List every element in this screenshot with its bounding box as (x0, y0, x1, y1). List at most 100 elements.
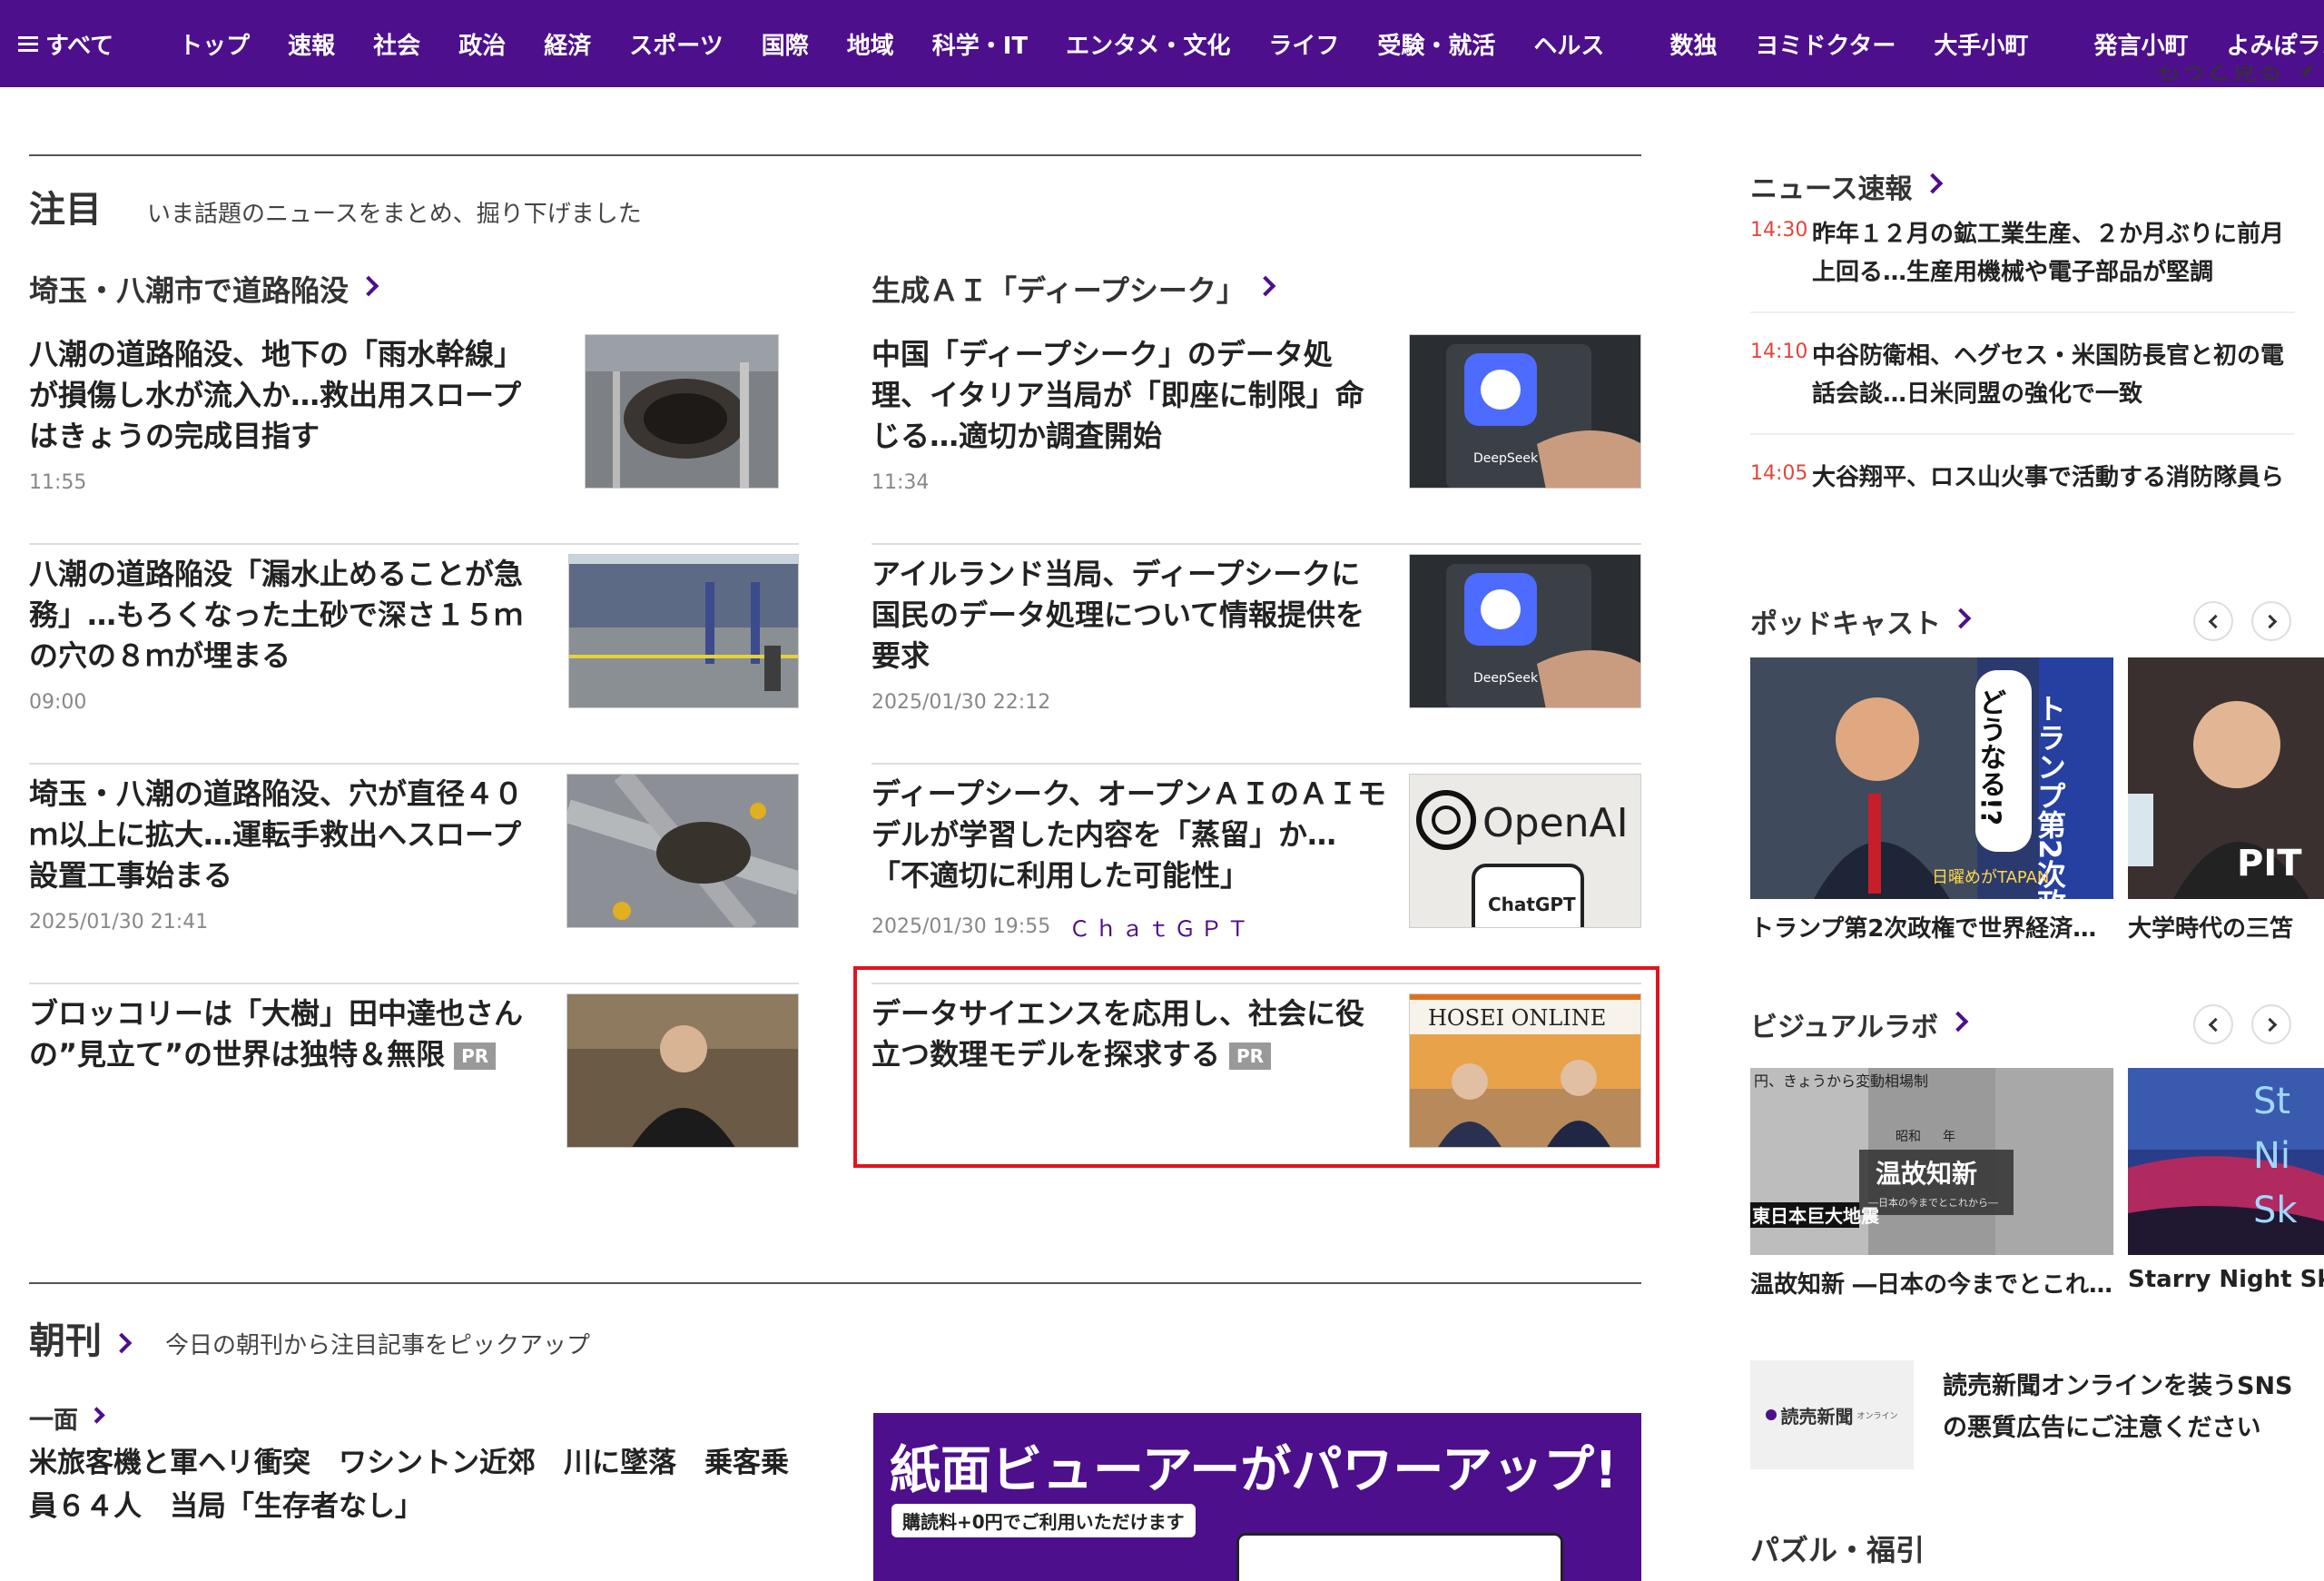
nav-item-yomidr[interactable]: ヨミドクター (1755, 27, 1896, 61)
article-text: 八潮の道路陥没、地下の「雨水幹線」が損傷し水が流入か…救出用スロープはきょうの完… (29, 334, 547, 494)
visual-art-text: Ni (2253, 1135, 2290, 1177)
section-divider (29, 1282, 1641, 1284)
pr-article-card[interactable]: ブロッコリーは「大樹」田中達也さんの”見立て”の世界は独特＆無限 PR (29, 984, 799, 1204)
nav-item-society[interactable]: 社会 (373, 27, 420, 61)
article-card[interactable]: 八潮の道路陥没「漏水止めることが急務」…もろくなった土砂で深さ１５ｍの穴の８ｍが… (29, 545, 799, 765)
nav-item-exam[interactable]: 受験・就活 (1377, 27, 1495, 61)
time-text: 11:55 (29, 471, 87, 494)
article-thumbnail[interactable]: HOSEI ONLINE (1409, 993, 1641, 1148)
article-thumbnail[interactable]: DeepSeek (1409, 554, 1641, 708)
viewer-banner[interactable]: 紙面ビューアーがパワーアップ! 購読料+0円でご利用いただけます (873, 1413, 1641, 1581)
nav-item-economy[interactable]: 経済 (544, 27, 591, 61)
nav-item-science[interactable]: 科学・IT (932, 27, 1028, 61)
article-headline[interactable]: データサイエンスを応用し、社会に役立つ数理モデルを探求する PR (872, 993, 1389, 1075)
topic-tag-link[interactable]: ＣｈａｔＧＰＴ (1068, 911, 1253, 943)
news-item[interactable]: 14:30 昨年１２月の鉱工業生産、２か月ぶりに前月上回る…生産用機械や電子部品… (1750, 208, 2295, 313)
section-title-link[interactable]: 朝刊 (29, 1311, 133, 1364)
visual-lab-carousel: 円、きょうから変動相場制 温故知新 ―日本の今までとこれから― 昭和 年 東日本… (1750, 1068, 2324, 1313)
article-text: 中国「ディープシーク」のデータ処理、イタリア当局が「即座に制限」命じる…適切か調… (872, 334, 1389, 494)
article-card[interactable]: 八潮の道路陥没、地下の「雨水幹線」が損傷し水が流入か…救出用スロープはきょうの完… (29, 325, 799, 545)
hosei-online-photo: HOSEI ONLINE (1410, 994, 1640, 1147)
nav-item-komachi[interactable]: 大手小町 (1934, 27, 2028, 61)
visual-caption: Starry Night Sk (2128, 1266, 2324, 1293)
news-title: 中谷防衛相、ヘグセス・米国防長官と初の電話会談…日米同盟の強化で一致 (1812, 342, 2285, 408)
article-card[interactable]: アイルランド当局、ディープシークに国民のデータ処理について情報提供を要求 202… (872, 545, 1641, 765)
logo-dot-icon (1766, 1409, 1777, 1420)
podcast-art-text: どうなる!? (1974, 688, 2006, 825)
breaking-news-link[interactable]: ニュース速報 (1750, 164, 2295, 208)
visual-lab-link[interactable]: ビジュアルラボ (1750, 1003, 2324, 1046)
deepseek-phone-photo: DeepSeek (1410, 335, 1640, 488)
podcast-card[interactable]: トランプ第2次政権 どうなる!? 日曜めがTAPAN トランプ第2次政権で世界経… (1750, 657, 2113, 939)
article-thumbnail[interactable] (566, 993, 799, 1148)
nav-item-politics[interactable]: 政治 (458, 27, 506, 61)
podcast-title: ポッドキャスト (1750, 608, 1941, 640)
headline-text: ブロッコリーは「大樹」田中達也さんの”見立て”の世界は独特＆無限 (29, 996, 524, 1072)
article-card[interactable]: ディープシーク、オープンＡＩのＡＩモデルが学習した内容を「蒸留」か…「不適切に利… (872, 765, 1641, 984)
carousel-prev-button[interactable] (2193, 601, 2233, 641)
article-headline[interactable]: 中国「ディープシーク」のデータ処理、イタリア当局が「即座に制限」命じる…適切か調… (872, 334, 1389, 457)
top-navigation: すべて トップ 速報 社会 政治 経済 スポーツ 国際 地域 科学・IT エンタ… (0, 0, 2324, 87)
article-thumbnail[interactable] (568, 554, 799, 708)
nav-item-local[interactable]: 地域 (847, 27, 894, 61)
news-item[interactable]: 14:05 大谷翔平、ロス山火事で活動する消防隊員ら (1750, 435, 2295, 497)
front-page-headline[interactable]: 米旅客機と軍ヘリ衝突 ワシントン近郊 川に墜落 乗客乗員６４人 当局「生存者なし… (29, 1441, 810, 1528)
more-link-label: もっと見る (2154, 65, 2282, 85)
chevron-right-icon (1950, 608, 1972, 629)
carousel-prev-button[interactable] (2193, 1004, 2233, 1044)
thumb-text: ChatGPT (1488, 894, 1576, 915)
carousel-next-button[interactable] (2251, 1004, 2291, 1044)
news-item[interactable]: 14:10 中谷防衛相、ヘグセス・米国防長官と初の電話会談…日米同盟の強化で一致 (1750, 313, 2295, 435)
thumb-text: DeepSeek (1473, 671, 1539, 686)
podcast-card[interactable]: PIT 大学時代の三笘 (2128, 657, 2324, 939)
article-headline[interactable]: 八潮の道路陥没「漏水止めることが急務」…もろくなった土砂で深さ１５ｍの穴の８ｍが… (29, 554, 547, 677)
topic-link-road-collapse[interactable]: 埼玉・八潮市で道路陥没 (29, 269, 799, 309)
time-text: 09:00 (29, 691, 87, 714)
article-card[interactable]: 中国「ディープシーク」のデータ処理、イタリア当局が「即座に制限」命じる…適切か調… (872, 325, 1641, 545)
article-headline[interactable]: ブロッコリーは「大樹」田中達也さんの”見立て”の世界は独特＆無限 PR (29, 993, 547, 1075)
article-thumbnail[interactable]: OpenAI ChatGPT (1409, 774, 1641, 928)
pr-article-card[interactable]: データサイエンスを応用し、社会に役立つ数理モデルを探求する PR HOSEI ON… (853, 966, 1659, 1204)
article-headline[interactable]: ディープシーク、オープンＡＩのＡＩモデルが学習した内容を「蒸留」か…「不適切に利… (872, 774, 1389, 896)
puzzle-section-title[interactable]: パズル・福引 (1750, 1527, 1925, 1569)
nav-item-flash[interactable]: 速報 (288, 27, 335, 61)
time-text: 2025/01/30 19:55 (872, 915, 1051, 938)
visual-card[interactable]: 円、きょうから変動相場制 温故知新 ―日本の今までとこれから― 昭和 年 東日本… (1750, 1068, 2113, 1299)
article-thumbnail[interactable]: DeepSeek (1409, 334, 1641, 489)
nav-item-health[interactable]: ヘルス (1533, 27, 1604, 61)
podcast-link[interactable]: ポッドキャスト (1750, 599, 2324, 643)
article-time: 11:55 (29, 471, 547, 494)
nav-item-sports[interactable]: スポーツ (629, 27, 723, 61)
article-headline[interactable]: 埼玉・八潮の道路陥没、穴が直径４０ｍ以上に拡大…運転手救出へスロープ設置工事始ま… (29, 774, 547, 896)
scam-ad-notice[interactable]: 読売新聞 オンライン 読売新聞オンラインを装うSNSの悪質広告にご注意ください (1750, 1360, 2322, 1469)
nav-item-life[interactable]: ライフ (1268, 27, 1339, 61)
chevron-right-icon (1255, 275, 1276, 297)
article-thumbnail[interactable] (585, 334, 779, 489)
street-photo (569, 555, 798, 707)
nav-item-yomipo-land[interactable]: よみぽランド (2226, 27, 2324, 61)
topic-link-deepseek[interactable]: 生成ＡＩ「ディープシーク」 (872, 269, 1641, 309)
deepseek-phone-photo: DeepSeek (1410, 555, 1640, 707)
podcast-art-text: PIT (2237, 843, 2302, 884)
article-headline[interactable]: 八潮の道路陥没、地下の「雨水幹線」が損傷し水が流入か…救出用スロープはきょうの完… (29, 334, 547, 457)
article-headline[interactable]: アイルランド当局、ディープシークに国民のデータ処理について情報提供を要求 (872, 554, 1389, 677)
nav-item-hatsugen-komachi[interactable]: 発言小町 (2093, 27, 2188, 61)
pr-badge: PR (454, 1042, 497, 1070)
podcast-caption: トランプ第2次政権で世界経済… (1750, 915, 2097, 939)
chevron-right-icon (358, 275, 379, 297)
nav-item-top[interactable]: トップ (179, 27, 250, 61)
nav-item-entertainment[interactable]: エンタメ・文化 (1066, 27, 1230, 61)
article-text: データサイエンスを応用し、社会に役立つ数理モデルを探求する PR (872, 993, 1389, 1075)
nav-all-button[interactable]: すべて (18, 27, 113, 61)
logo-sub-text: オンライン (1856, 1411, 1898, 1421)
nav-item-sudoku[interactable]: 数独 (1669, 27, 1717, 61)
topic-label: 生成ＡＩ「ディープシーク」 (872, 273, 1246, 308)
article-text: ブロッコリーは「大樹」田中達也さんの”見立て”の世界は独特＆無限 PR (29, 993, 547, 1075)
article-thumbnail[interactable] (566, 774, 799, 928)
carousel-next-button[interactable] (2251, 601, 2291, 641)
news-time: 14:05 (1750, 462, 1808, 485)
article-card[interactable]: 埼玉・八潮の道路陥没、穴が直径４０ｍ以上に拡大…運転手救出へスロープ設置工事始ま… (29, 765, 799, 984)
more-link[interactable]: もっと見る (2155, 65, 2311, 98)
visual-card[interactable]: St Ni Sk Starry Night Sk (2128, 1068, 2324, 1293)
nav-item-world[interactable]: 国際 (762, 27, 809, 61)
